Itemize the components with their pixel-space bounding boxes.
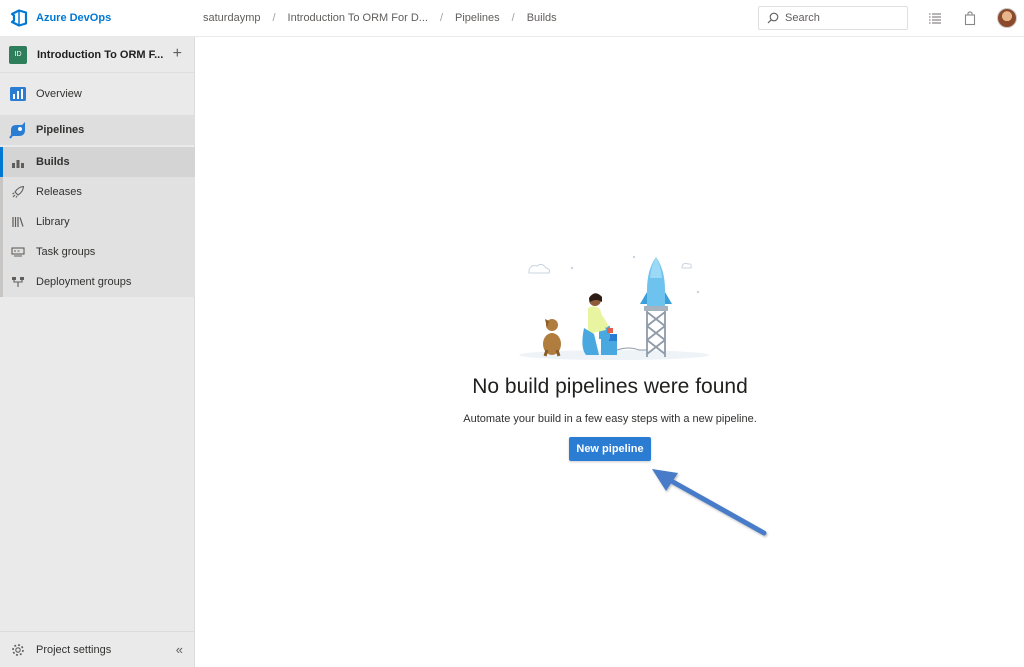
sidebar-item-pipelines[interactable]: Pipelines — [0, 115, 195, 145]
sidebar-item-deployment-groups[interactable]: Deployment groups — [0, 267, 195, 297]
overview-icon — [9, 85, 27, 103]
project-name: Introduction To ORM F... — [37, 48, 164, 61]
breadcrumb-organization[interactable]: saturdaymp — [203, 12, 260, 24]
brand-name: Azure DevOps — [36, 12, 112, 24]
brand[interactable]: Azure DevOps — [10, 9, 111, 27]
new-pipeline-button[interactable]: New pipeline — [569, 437, 651, 461]
empty-state-title: No build pipelines were found — [472, 375, 748, 398]
sidebar: ID Introduction To ORM F... + Overview P… — [0, 37, 195, 667]
sidebar-item-task-groups[interactable]: Task groups — [0, 237, 195, 267]
deployment-groups-icon — [11, 275, 25, 289]
annotation-arrow — [652, 469, 767, 536]
marketplace-bag-icon[interactable] — [962, 10, 978, 26]
sidebar-item-label: Library — [36, 216, 70, 228]
empty-state-illustration — [519, 255, 709, 360]
sidebar-item-releases[interactable]: Releases — [0, 177, 195, 207]
sidebar-item-library[interactable]: Library — [0, 207, 195, 237]
pipelines-icon — [9, 121, 27, 139]
breadcrumb-separator: / — [439, 12, 444, 24]
list-icon[interactable] — [927, 10, 943, 26]
add-icon[interactable]: + — [173, 45, 182, 63]
sidebar-item-overview[interactable]: Overview — [0, 79, 195, 109]
project-settings[interactable]: Project settings « — [0, 631, 195, 667]
empty-state-description: Automate your build in a few easy steps … — [463, 413, 757, 425]
gear-icon — [11, 643, 25, 657]
sidebar-item-label: Pipelines — [36, 124, 85, 136]
collapse-sidebar-icon[interactable]: « — [176, 642, 183, 657]
breadcrumb-pipelines[interactable]: Pipelines — [455, 12, 500, 24]
breadcrumb-builds[interactable]: Builds — [527, 12, 557, 24]
sidebar-item-label: Releases — [36, 186, 82, 198]
search-icon — [767, 12, 779, 24]
breadcrumb-project[interactable]: Introduction To ORM For D... — [288, 12, 428, 24]
project-badge: ID — [9, 45, 27, 64]
breadcrumb-separator: / — [272, 12, 276, 24]
breadcrumb-separator: / — [511, 12, 515, 24]
sidebar-item-label: Deployment groups — [36, 276, 132, 288]
user-avatar[interactable] — [997, 8, 1017, 28]
sidebar-item-builds[interactable]: Builds — [0, 147, 195, 177]
breadcrumb: saturdaymp / Introduction To ORM For D..… — [203, 12, 557, 24]
sidebar-item-label: Task groups — [36, 246, 96, 258]
search-box[interactable] — [758, 6, 908, 30]
sidebar-item-label: Overview — [36, 88, 82, 100]
sidebar-item-label: Builds — [36, 156, 70, 168]
library-icon — [11, 215, 25, 229]
project-settings-label: Project settings — [36, 643, 112, 656]
azure-devops-logo-icon — [10, 9, 28, 27]
search-input[interactable] — [785, 12, 895, 24]
builds-icon — [11, 155, 25, 169]
releases-rocket-icon — [11, 185, 25, 199]
task-groups-icon — [11, 245, 25, 259]
main-content: No build pipelines were found Automate y… — [196, 37, 1024, 667]
top-bar: Azure DevOps saturdaymp / Introduction T… — [0, 0, 1024, 37]
project-header[interactable]: ID Introduction To ORM F... + — [0, 37, 194, 73]
